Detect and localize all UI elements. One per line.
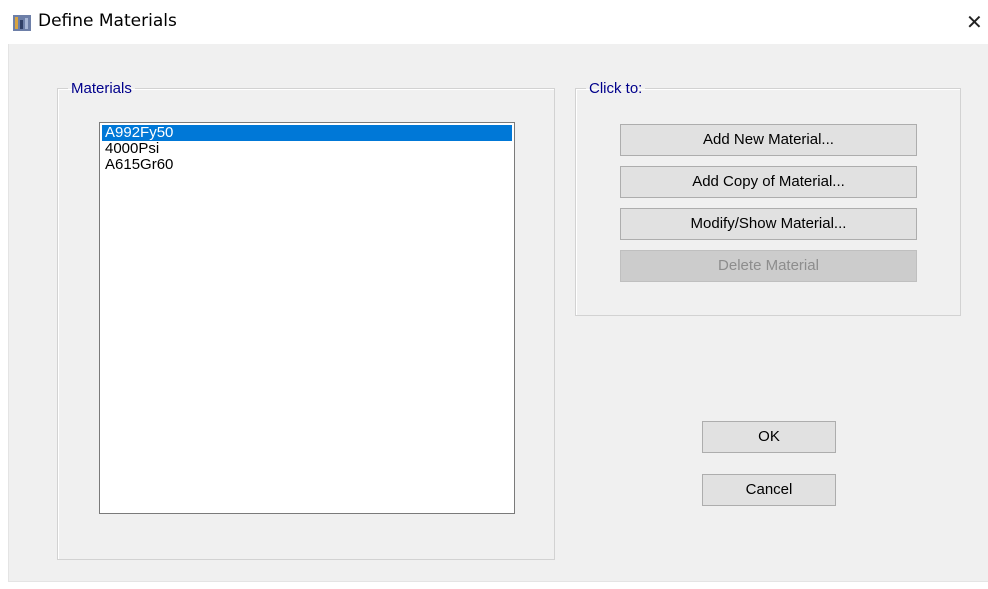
click-to-group-legend: Click to: <box>589 80 643 97</box>
ok-button[interactable]: OK <box>702 421 836 453</box>
dialog-body: Materials A992Fy50 4000Psi A615Gr60 Clic… <box>8 44 988 582</box>
title-bar: Define Materials ✕ <box>0 0 988 44</box>
modify-show-material-button[interactable]: Modify/Show Material... <box>620 208 917 240</box>
close-icon: ✕ <box>966 10 983 34</box>
materials-group-legend: Materials <box>71 80 132 97</box>
add-copy-of-material-button[interactable]: Add Copy of Material... <box>620 166 917 198</box>
materials-listbox[interactable]: A992Fy50 4000Psi A615Gr60 <box>99 122 515 514</box>
add-new-material-button[interactable]: Add New Material... <box>620 124 917 156</box>
window-title: Define Materials <box>38 11 177 31</box>
material-list-item[interactable]: A992Fy50 <box>102 125 512 141</box>
material-list-item[interactable]: 4000Psi <box>102 141 512 157</box>
close-button[interactable]: ✕ <box>966 8 988 36</box>
app-icon <box>13 15 31 31</box>
cancel-button[interactable]: Cancel <box>702 474 836 506</box>
material-list-item[interactable]: A615Gr60 <box>102 157 512 173</box>
delete-material-button: Delete Material <box>620 250 917 282</box>
